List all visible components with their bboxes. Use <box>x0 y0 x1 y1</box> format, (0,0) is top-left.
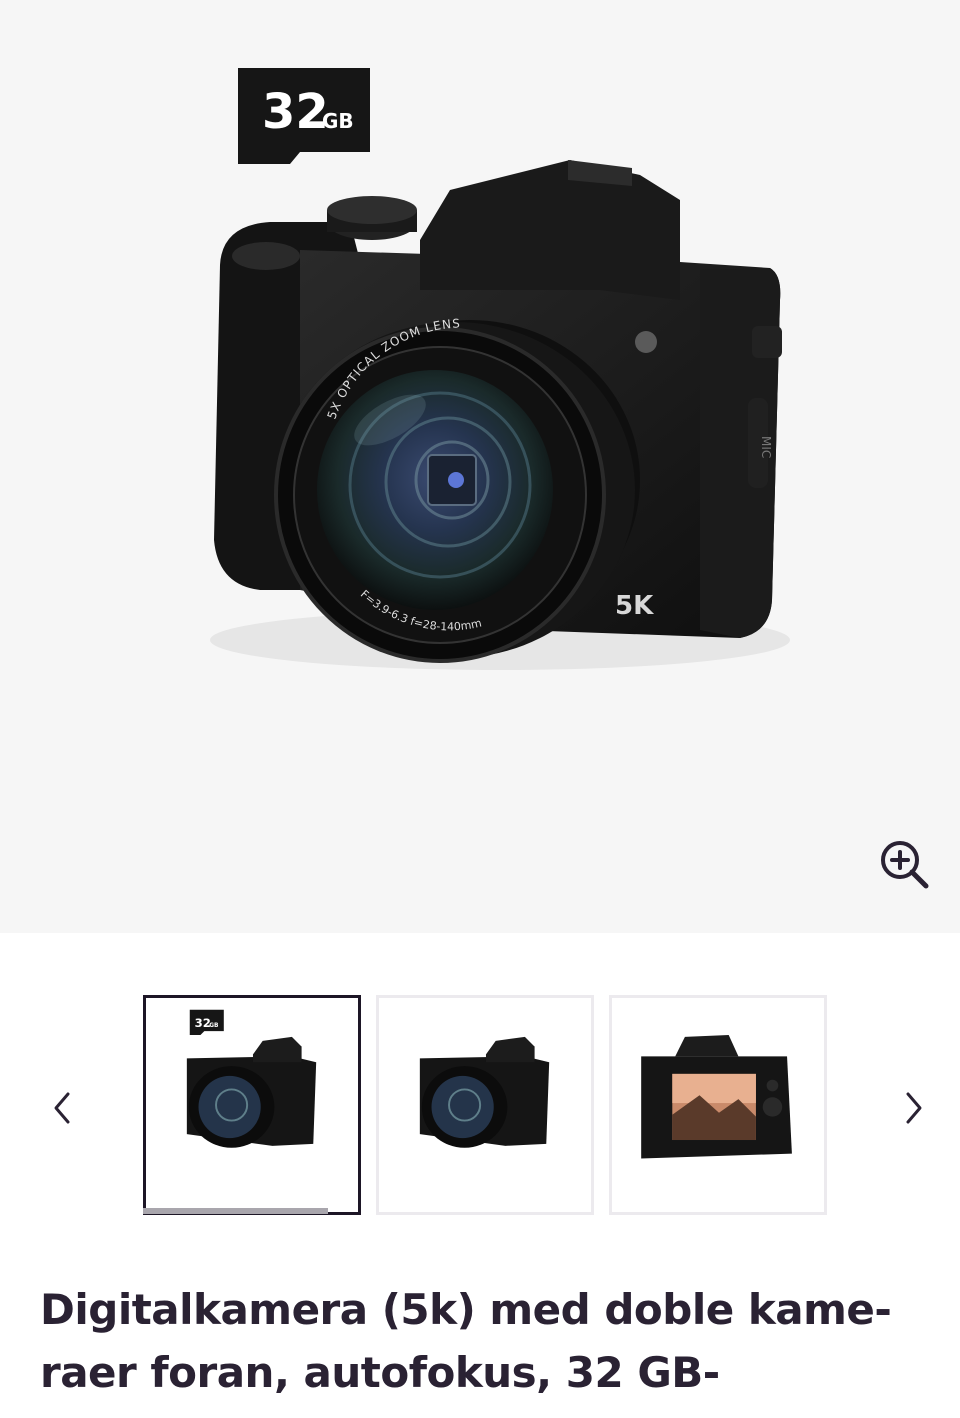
thumbnail-image <box>419 1036 550 1148</box>
gallery-next-button[interactable] <box>894 1068 934 1148</box>
memory-card-unit: GB <box>322 109 354 133</box>
thumbnail-3[interactable] <box>609 995 827 1215</box>
zoom-button[interactable] <box>874 834 934 894</box>
chevron-left-icon <box>54 1092 70 1124</box>
product-image-area[interactable]: 32 GB 5K MIC 5X OPTICAL ZOOM LENS F=3.9-… <box>0 0 960 933</box>
gallery-progress-bar <box>143 1208 328 1214</box>
product-image: 32 GB 5K MIC 5X OPTICAL ZOOM LENS F=3.9-… <box>210 68 790 670</box>
thumbnail-image: 32 GB <box>186 1009 317 1148</box>
thumbnail-image <box>641 1034 792 1159</box>
zoom-in-icon <box>881 841 929 889</box>
thumbnail-2[interactable] <box>376 995 594 1215</box>
chevron-right-icon <box>906 1092 922 1124</box>
camera-badge: 5K <box>615 591 654 621</box>
mic-label: MIC <box>759 436 773 458</box>
gallery-prev-button[interactable] <box>42 1068 82 1148</box>
thumbnail-1[interactable]: 32 GB <box>143 995 361 1215</box>
product-title: Digitalkamera (5k) med doble kame-raer f… <box>40 1285 892 1397</box>
thumbnail-card-unit: GB <box>209 1023 219 1029</box>
memory-card: 32 GB <box>238 68 370 164</box>
memory-card-size: 32 <box>262 84 329 140</box>
camera: 5K MIC 5X OPTICAL ZOOM LENS F=3.9-6.3 f=… <box>210 160 790 670</box>
